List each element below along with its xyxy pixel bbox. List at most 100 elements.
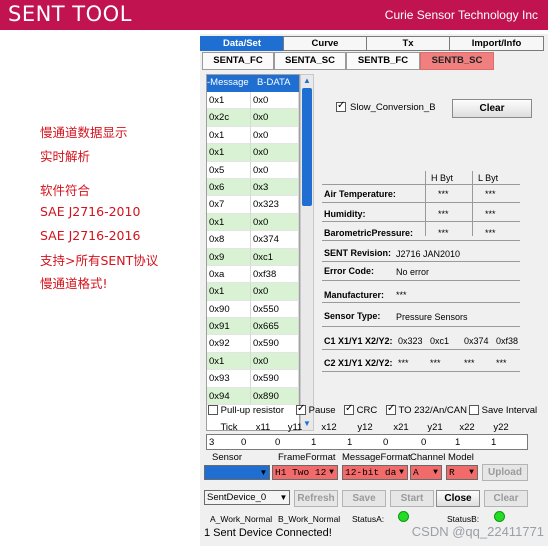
chevron-down-icon[interactable]: ▼ bbox=[396, 466, 407, 479]
param-tick-input[interactable]: 3 bbox=[209, 437, 214, 448]
table-row[interactable]: 0x90 0x550 bbox=[207, 300, 299, 319]
param-x22-input[interactable]: 1 bbox=[455, 437, 460, 448]
sensor-select[interactable]: ▼ bbox=[204, 465, 270, 480]
cell-message-id[interactable]: 0x90 bbox=[207, 300, 251, 319]
table-row[interactable]: 0x1 0x0 bbox=[207, 352, 299, 371]
refresh-button[interactable]: Refresh bbox=[294, 490, 338, 507]
pause-checkbox[interactable] bbox=[296, 403, 306, 416]
cell-message-id[interactable]: 0x1 bbox=[207, 144, 251, 162]
table-row[interactable]: 0x92 0x590 bbox=[207, 335, 299, 353]
table-row[interactable]: 0x7 0x323 bbox=[207, 196, 299, 214]
channel-select[interactable]: A ▼ bbox=[410, 465, 442, 480]
grid-scrollbar[interactable]: ▲ ▼ bbox=[300, 74, 314, 431]
close-button[interactable]: Close bbox=[436, 490, 480, 507]
chevron-down-icon[interactable]: ▼ bbox=[278, 491, 289, 504]
save-button[interactable]: Save bbox=[342, 490, 386, 507]
cell-message-id[interactable]: 0x1 bbox=[207, 352, 251, 371]
param-x11-input[interactable]: 0 bbox=[241, 437, 246, 448]
param-y11-input[interactable]: 0 bbox=[275, 437, 280, 448]
table-row[interactable]: 0x5 0x0 bbox=[207, 161, 299, 179]
param-y12-input[interactable]: 1 bbox=[347, 437, 352, 448]
option-to-232[interactable]: TO 232/An/CAN bbox=[386, 403, 467, 416]
tab-data-set[interactable]: Data/Set bbox=[200, 36, 284, 51]
model-select[interactable]: R ▼ bbox=[446, 465, 478, 480]
chevron-down-icon[interactable]: ▼ bbox=[326, 466, 337, 479]
cell-message-id[interactable]: 0x93 bbox=[207, 370, 251, 388]
cell-message-id[interactable]: 0x92 bbox=[207, 335, 251, 353]
table-row[interactable]: 0x1 0x0 bbox=[207, 126, 299, 145]
cell-b-data[interactable]: 0x374 bbox=[251, 231, 299, 249]
param-x12-input[interactable]: 1 bbox=[311, 437, 316, 448]
tab-import-info[interactable]: Import/Info bbox=[449, 36, 544, 51]
cell-b-data[interactable]: 0x0 bbox=[251, 109, 299, 127]
cell-message-id[interactable]: 0x1 bbox=[207, 283, 251, 301]
subtab-sentb-sc[interactable]: SENTB_SC bbox=[420, 52, 494, 70]
table-row[interactable]: 0x2c 0x0 bbox=[207, 109, 299, 127]
cell-b-data[interactable]: 0x0 bbox=[251, 161, 299, 179]
table-row[interactable]: 0x1 0x0 bbox=[207, 283, 299, 301]
cell-b-data[interactable]: 0x590 bbox=[251, 370, 299, 388]
to-232-checkbox[interactable] bbox=[386, 403, 396, 416]
cell-message-id[interactable]: 0x7 bbox=[207, 196, 251, 214]
option-save-interval[interactable]: Save Interval bbox=[469, 405, 537, 416]
cell-b-data[interactable]: 0x3 bbox=[251, 178, 299, 197]
param-y22-input[interactable]: 1 bbox=[491, 437, 496, 448]
header-b-data[interactable]: B-DATA bbox=[257, 77, 297, 88]
subtab-senta-fc[interactable]: SENTA_FC bbox=[202, 52, 274, 70]
cell-b-data[interactable]: 0x0 bbox=[251, 352, 299, 371]
table-row[interactable]: 0x9 0xc1 bbox=[207, 248, 299, 266]
frame-format-select[interactable]: H1 Two 12- ▼ bbox=[272, 465, 338, 480]
cell-b-data[interactable]: 0x323 bbox=[251, 196, 299, 214]
param-values-box[interactable]: 3 0 0 1 1 0 0 1 1 bbox=[206, 434, 528, 450]
cell-b-data[interactable]: 0x0 bbox=[251, 144, 299, 162]
cell-message-id[interactable]: 0x6 bbox=[207, 178, 251, 197]
slow-conversion-checkbox[interactable] bbox=[336, 100, 346, 112]
cell-message-id[interactable]: 0x94 bbox=[207, 387, 251, 406]
cell-message-id[interactable]: 0x1 bbox=[207, 213, 251, 232]
cell-message-id[interactable]: 0x1 bbox=[207, 92, 251, 110]
cell-b-data[interactable]: 0x0 bbox=[251, 283, 299, 301]
table-row[interactable]: 0x94 0x890 bbox=[207, 387, 299, 406]
chevron-down-icon[interactable]: ▼ bbox=[430, 466, 441, 479]
cell-b-data[interactable]: 0x550 bbox=[251, 300, 299, 319]
tab-curve[interactable]: Curve bbox=[283, 36, 367, 51]
message-data-grid[interactable]: -MessageI B-DATA 0x1 0x0 0x2c 0x0 0x1 0x0 0x1 0… bbox=[206, 74, 300, 431]
header-message-id[interactable]: -MessageI bbox=[207, 77, 249, 88]
param-x21-input[interactable]: 0 bbox=[383, 437, 388, 448]
cell-b-data[interactable]: 0x0 bbox=[251, 213, 299, 232]
clear-button[interactable]: Clear bbox=[484, 490, 528, 507]
cell-b-data[interactable]: 0x665 bbox=[251, 318, 299, 336]
chevron-down-icon[interactable]: ▼ bbox=[466, 466, 477, 479]
cell-message-id[interactable]: 0x8 bbox=[207, 231, 251, 249]
scroll-thumb[interactable] bbox=[302, 88, 312, 206]
scroll-up-icon[interactable]: ▲ bbox=[301, 75, 313, 87]
crc-checkbox[interactable] bbox=[344, 403, 354, 416]
cell-message-id[interactable]: 0x9 bbox=[207, 248, 251, 266]
subtab-senta-sc[interactable]: SENTA_SC bbox=[274, 52, 346, 70]
cell-b-data[interactable]: 0x0 bbox=[251, 126, 299, 145]
clear-slow-button[interactable]: Clear bbox=[452, 99, 532, 118]
cell-b-data[interactable]: 0xf38 bbox=[251, 265, 299, 284]
table-row[interactable]: 0x93 0x590 bbox=[207, 370, 299, 388]
table-row[interactable]: 0x91 0x665 bbox=[207, 318, 299, 336]
cell-b-data[interactable]: 0x890 bbox=[251, 387, 299, 406]
cell-message-id[interactable]: 0xa bbox=[207, 265, 251, 284]
table-row[interactable]: 0x6 0x3 bbox=[207, 178, 299, 197]
cell-b-data[interactable]: 0xc1 bbox=[251, 248, 299, 266]
table-row[interactable]: 0xa 0xf38 bbox=[207, 265, 299, 284]
cell-b-data[interactable]: 0x590 bbox=[251, 335, 299, 353]
cell-message-id[interactable]: 0x1 bbox=[207, 126, 251, 145]
cell-message-id[interactable]: 0x91 bbox=[207, 318, 251, 336]
cell-b-data[interactable]: 0x0 bbox=[251, 92, 299, 110]
cell-message-id[interactable]: 0x2c bbox=[207, 109, 251, 127]
tab-tx[interactable]: Tx bbox=[366, 36, 450, 51]
save-interval-checkbox[interactable] bbox=[469, 405, 479, 416]
param-y21-input[interactable]: 0 bbox=[421, 437, 426, 448]
option-pause[interactable]: Pause bbox=[296, 403, 336, 416]
table-row[interactable]: 0x1 0x0 bbox=[207, 144, 299, 162]
table-row[interactable]: 0x8 0x374 bbox=[207, 231, 299, 249]
start-button[interactable]: Start bbox=[390, 490, 434, 507]
option-pull-up[interactable]: Pull-up resistor bbox=[208, 405, 284, 416]
table-row[interactable]: 0x1 0x0 bbox=[207, 213, 299, 232]
chevron-down-icon[interactable]: ▼ bbox=[258, 466, 269, 479]
